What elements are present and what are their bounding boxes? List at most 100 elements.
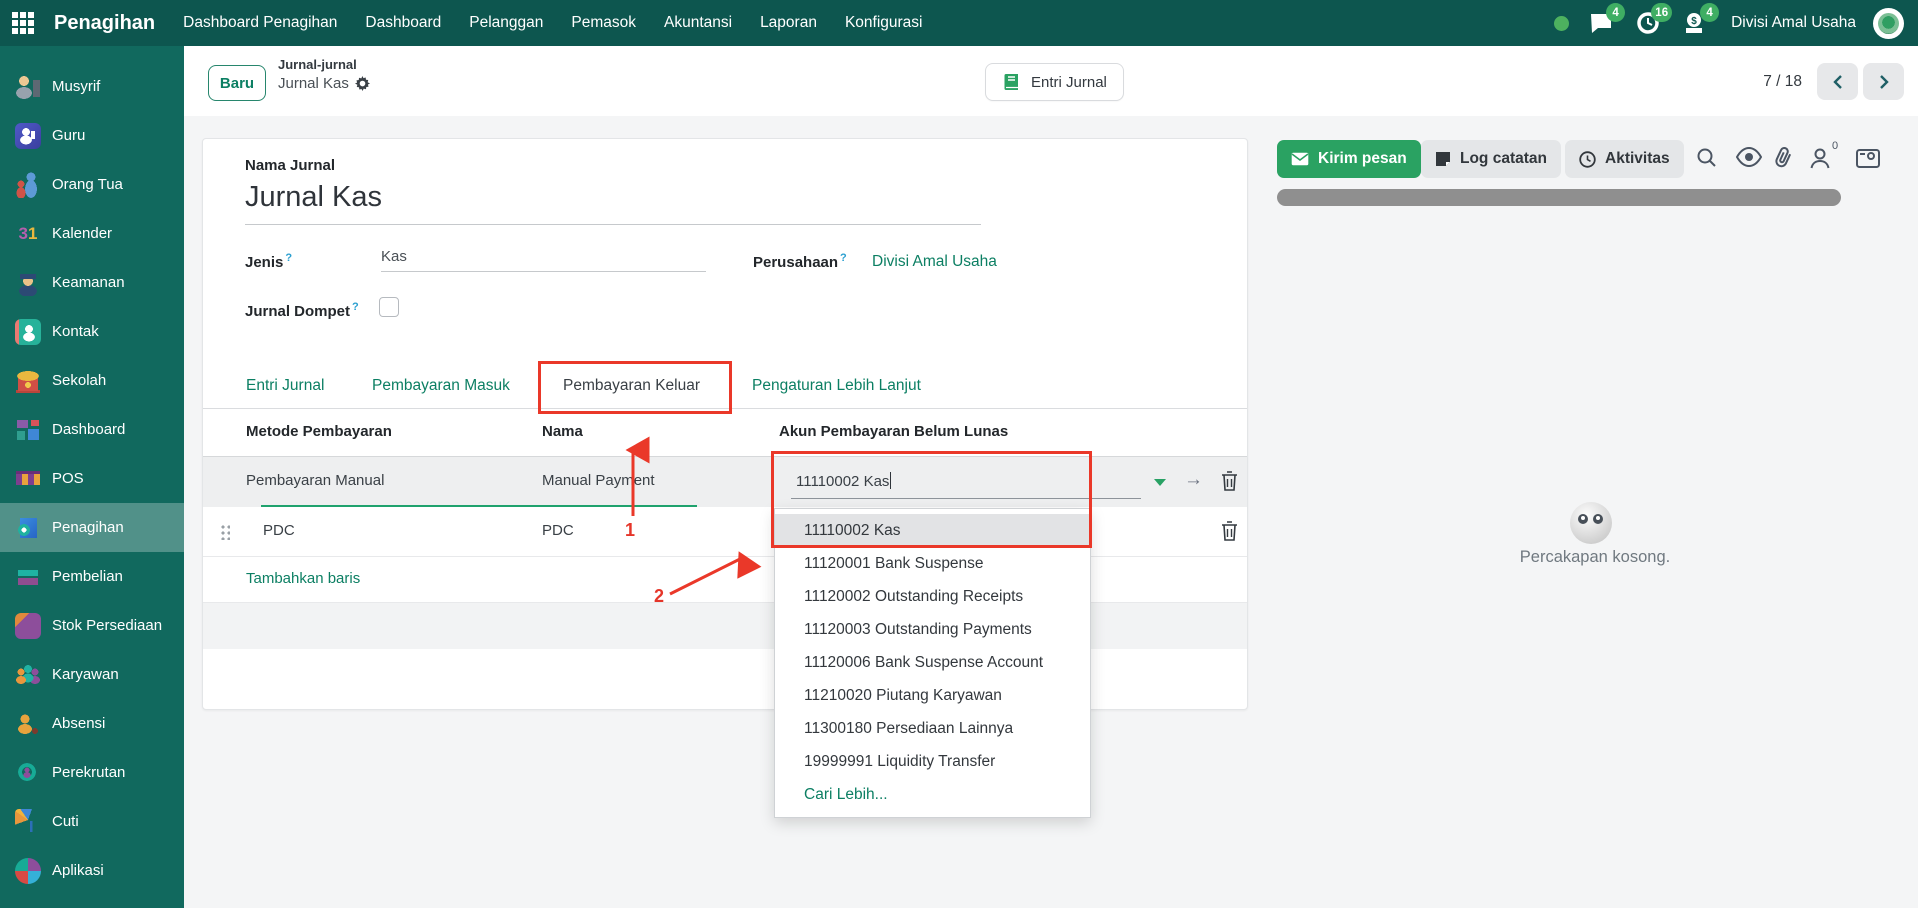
payments-icon[interactable]: $ 4 — [1680, 8, 1710, 38]
send-message-label: Kirim pesan — [1318, 150, 1407, 168]
journal-name-input[interactable]: Jurnal Kas — [245, 181, 981, 225]
messages-icon[interactable]: 4 — [1586, 8, 1616, 38]
sidebar-item-partial[interactable] — [0, 895, 184, 908]
help-question-mark: ? — [285, 252, 292, 264]
journal-form-sheet: Nama Jurnal Jurnal Kas Jenis? Kas Perusa… — [202, 138, 1248, 710]
sidebar-item-label: Cuti — [52, 813, 79, 830]
tab-pembayaran-keluar[interactable]: Pembayaran Keluar — [563, 377, 700, 395]
jurnal-dompet-checkbox[interactable] — [379, 297, 399, 317]
sidebar-item-label: Karyawan — [52, 666, 119, 683]
sidebar-item-aplikasi[interactable]: Aplikasi — [0, 846, 184, 895]
sidebar-item-cuti[interactable]: Cuti — [0, 797, 184, 846]
time-off-icon — [15, 809, 41, 835]
menu-pelanggan[interactable]: Pelanggan — [469, 14, 543, 32]
sidebar-item-dashboard[interactable]: Dashboard — [0, 405, 184, 454]
jenis-input[interactable]: Kas — [381, 248, 706, 272]
sidebar-item-label: Aplikasi — [52, 862, 104, 879]
sidebar-item-orang-tua[interactable]: Orang Tua — [0, 160, 184, 209]
menu-dashboard-penagihan[interactable]: Dashboard Penagihan — [183, 14, 337, 32]
tab-pengaturan-lebih-lanjut[interactable]: Pengaturan Lebih Lanjut — [752, 377, 921, 395]
sidebar-item-kalender[interactable]: 31Kalender — [0, 209, 184, 258]
sidebar-item-label: Stok Persediaan — [52, 617, 162, 634]
pager-count: 7 / 18 — [1763, 73, 1802, 91]
menu-pemasok[interactable]: Pemasok — [571, 14, 636, 32]
activities-button[interactable]: Aktivitas — [1565, 140, 1684, 178]
drag-handle-icon[interactable] — [221, 525, 230, 540]
column-header-metode[interactable]: Metode Pembayaran — [246, 423, 392, 440]
sidebar-item-perekrutan[interactable]: Perekrutan — [0, 748, 184, 797]
log-note-button[interactable]: Log catatan — [1421, 140, 1561, 178]
internal-link-arrow-icon[interactable]: → — [1184, 469, 1203, 491]
sidebar-item-sekolah[interactable]: Sekolah — [0, 356, 184, 405]
delete-row-icon[interactable] — [1221, 471, 1238, 491]
sidebar-item-stok-persediaan[interactable]: Stok Persediaan — [0, 601, 184, 650]
menu-dashboard[interactable]: Dashboard — [365, 14, 441, 32]
dropdown-option[interactable]: 11210020 Piutang Karyawan — [775, 679, 1090, 712]
search-more-option[interactable]: Cari Lebih... — [775, 778, 1090, 811]
followers-icon[interactable] — [1809, 147, 1831, 169]
record-status-badge[interactable]: Baru — [208, 65, 266, 101]
perusahaan-link[interactable]: Divisi Amal Usaha — [872, 253, 997, 271]
column-header-akun[interactable]: Akun Pembayaran Belum Lunas — [779, 423, 1008, 440]
company-switcher[interactable]: Divisi Amal Usaha — [1731, 14, 1856, 32]
menu-konfigurasi[interactable]: Konfigurasi — [845, 14, 923, 32]
activity-clock-icon[interactable]: 16 — [1633, 8, 1663, 38]
dropdown-option[interactable]: 11120006 Bank Suspense Account — [775, 646, 1090, 679]
gear-icon[interactable] — [355, 76, 370, 91]
metode-cell[interactable]: PDC — [263, 522, 295, 539]
sidebar-item-label: Sekolah — [52, 372, 106, 389]
horizontal-scrollbar-thumb[interactable] — [1277, 189, 1841, 206]
dropdown-option[interactable]: 19999991 Liquidity Transfer — [775, 745, 1090, 778]
nama-cell[interactable]: PDC — [542, 522, 574, 539]
camera-icon[interactable] — [1856, 147, 1880, 168]
metode-cell[interactable]: Pembayaran Manual — [246, 472, 384, 489]
dropdown-option[interactable]: 11110002 Kas — [775, 514, 1090, 547]
app-title[interactable]: Penagihan — [54, 12, 155, 35]
dropdown-option[interactable]: 11120001 Bank Suspense — [775, 547, 1090, 580]
sidebar-item-karyawan[interactable]: Karyawan — [0, 650, 184, 699]
sidebar-item-kontak[interactable]: Kontak — [0, 307, 184, 356]
help-question-mark: ? — [840, 252, 847, 264]
dropdown-option[interactable]: 11120002 Outstanding Receipts — [775, 580, 1090, 613]
tab-entri-jurnal[interactable]: Entri Jurnal — [246, 377, 324, 395]
menu-akuntansi[interactable]: Akuntansi — [664, 14, 732, 32]
pager-previous-button[interactable] — [1817, 63, 1858, 100]
search-icon[interactable] — [1696, 147, 1718, 169]
sidebar-item-label: POS — [52, 470, 84, 487]
journal-entry-icon — [1002, 72, 1022, 92]
jurnal-dompet-label: Jurnal Dompet? — [245, 301, 359, 320]
user-avatar[interactable] — [1873, 8, 1904, 39]
sidebar-item-pos[interactable]: POS — [0, 454, 184, 503]
nama-jurnal-label: Nama Jurnal — [245, 157, 335, 174]
dropdown-caret-icon[interactable] — [1154, 479, 1166, 486]
pager-next-button[interactable] — [1863, 63, 1904, 100]
send-message-button[interactable]: Kirim pesan — [1277, 140, 1421, 178]
entri-jurnal-button[interactable]: Entri Jurnal — [985, 63, 1124, 101]
apps-grid-icon[interactable] — [0, 0, 46, 46]
add-line-link[interactable]: Tambahkan baris — [246, 570, 360, 587]
sidebar-item-label: Guru — [52, 127, 85, 144]
sidebar-item-musyrif[interactable]: Musyrif — [0, 62, 184, 111]
sidebar-item-absensi[interactable]: Absensi — [0, 699, 184, 748]
sidebar-item-keamanan[interactable]: Keamanan — [0, 258, 184, 307]
paperclip-icon[interactable] — [1774, 147, 1794, 169]
dropdown-option[interactable]: 11300180 Persediaan Lainnya — [775, 712, 1090, 745]
tab-pembayaran-masuk[interactable]: Pembayaran Masuk — [372, 377, 510, 395]
menu-laporan[interactable]: Laporan — [760, 14, 817, 32]
dropdown-option[interactable]: 11120003 Outstanding Payments — [775, 613, 1090, 646]
sidebar-item-penagihan[interactable]: Penagihan — [0, 503, 184, 552]
jenis-label: Jenis? — [245, 252, 292, 271]
security-guard-icon — [15, 270, 41, 296]
sidebar-item-label: Musyrif — [52, 78, 100, 95]
inventory-icon — [15, 613, 41, 639]
top-navbar: Penagihan Dashboard Penagihan Dashboard … — [0, 0, 1918, 46]
akun-autocomplete-input[interactable]: 11110002 Kas — [791, 457, 1141, 506]
sidebar-item-pembelian[interactable]: Pembelian — [0, 552, 184, 601]
nama-cell[interactable]: Manual Payment — [542, 472, 655, 489]
breadcrumb-parent[interactable]: Jurnal-jurnal — [278, 56, 370, 74]
sidebar-item-guru[interactable]: Guru — [0, 111, 184, 160]
delete-row-icon[interactable] — [1221, 521, 1238, 541]
column-header-nama[interactable]: Nama — [542, 423, 583, 440]
eye-icon[interactable] — [1736, 147, 1762, 167]
calendar-icon: 31 — [15, 221, 41, 247]
